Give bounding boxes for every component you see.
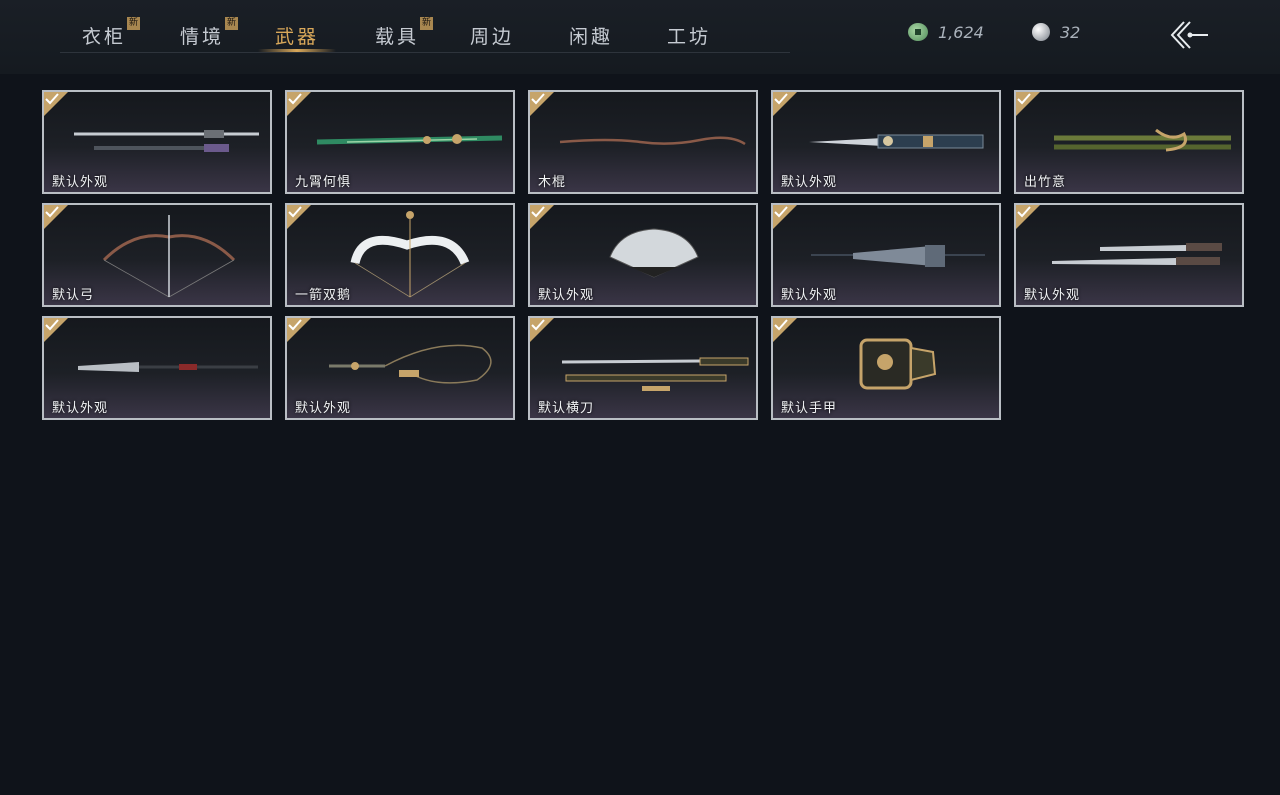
item-name: 默认外观 <box>538 288 595 303</box>
weapon-card[interactable]: 默认手甲 <box>771 316 1001 420</box>
owned-badge <box>530 205 554 229</box>
check-icon <box>45 93 59 105</box>
weapon-card[interactable]: 默认外观 <box>285 316 515 420</box>
tab-label: 闲趣 <box>569 26 614 48</box>
owned-badge <box>44 318 68 342</box>
owned-badge <box>530 318 554 342</box>
owned-badge <box>773 92 797 116</box>
tab-leisure[interactable]: 闲趣 <box>569 22 613 48</box>
category-tabs: 衣柜 新 情境 新 武器 载具 新 周边 闲趣 工坊 <box>60 0 790 53</box>
weapon-card[interactable]: 默认外观 <box>771 90 1001 194</box>
back-arrow-icon <box>1170 21 1208 49</box>
item-name: 默认弓 <box>52 288 95 303</box>
owned-badge <box>287 92 311 116</box>
owned-badge <box>287 205 311 229</box>
item-name: 木棍 <box>538 175 567 190</box>
tab-scene[interactable]: 情境 新 <box>180 17 239 48</box>
tab-label: 工坊 <box>667 26 712 48</box>
owned-badge <box>44 92 68 116</box>
item-name: 默认外观 <box>781 288 838 303</box>
item-name: 默认外观 <box>295 401 352 416</box>
check-icon <box>774 319 788 331</box>
item-name: 出竹意 <box>1024 175 1067 190</box>
tab-label: 情境 <box>180 26 225 48</box>
pearl-icon <box>1032 23 1050 41</box>
weapon-card[interactable]: 九霄何惧 <box>285 90 515 194</box>
owned-badge <box>530 92 554 116</box>
item-name: 九霄何惧 <box>295 175 352 190</box>
item-name: 默认外观 <box>52 175 109 190</box>
item-name: 默认手甲 <box>781 401 838 416</box>
active-tab-underline <box>258 49 336 52</box>
new-badge: 新 <box>127 17 141 30</box>
new-badge: 新 <box>225 17 239 30</box>
check-icon <box>1017 93 1031 105</box>
check-icon <box>531 206 545 218</box>
owned-badge <box>1016 205 1040 229</box>
new-badge: 新 <box>420 17 434 30</box>
weapon-card[interactable]: 默认横刀 <box>528 316 758 420</box>
check-icon <box>774 93 788 105</box>
tab-weapons[interactable]: 武器 <box>275 22 319 48</box>
tab-wardrobe[interactable]: 衣柜 新 <box>82 17 141 48</box>
owned-badge <box>773 205 797 229</box>
item-name: 默认外观 <box>1024 288 1081 303</box>
tab-vehicles[interactable]: 载具 新 <box>375 17 434 48</box>
weapon-card[interactable]: 默认外观 <box>528 203 758 307</box>
weapon-card[interactable]: 默认外观 <box>1014 203 1244 307</box>
owned-badge <box>773 318 797 342</box>
item-name: 默认横刀 <box>538 401 595 416</box>
weapon-card[interactable]: 默认外观 <box>42 316 272 420</box>
weapon-card[interactable]: 默认外观 <box>42 90 272 194</box>
item-name: 默认外观 <box>781 175 838 190</box>
item-name: 默认外观 <box>52 401 109 416</box>
check-icon <box>288 206 302 218</box>
owned-badge <box>1016 92 1040 116</box>
jade-coin-icon <box>908 23 928 41</box>
tab-label: 衣柜 <box>82 26 127 48</box>
check-icon <box>1017 206 1031 218</box>
tab-label: 周边 <box>470 26 515 48</box>
check-icon <box>45 319 59 331</box>
pearl-balance: 32 <box>1032 20 1080 44</box>
weapon-card[interactable]: 一箭双鹅 <box>285 203 515 307</box>
pearl-amount: 32 <box>1060 22 1081 42</box>
owned-badge <box>44 205 68 229</box>
item-name: 一箭双鹅 <box>295 288 352 303</box>
weapon-card[interactable]: 默认弓 <box>42 203 272 307</box>
tab-accessories[interactable]: 周边 <box>470 22 514 48</box>
weapon-grid: 默认外观 九霄何惧 木棍 默认外观 出竹意 默认弓 一箭双鹅 默认外观 默认外观… <box>42 90 1244 420</box>
jade-coin-amount: 1,624 <box>938 22 984 42</box>
jade-coin-balance: 1,624 <box>908 20 984 44</box>
weapon-card[interactable]: 木棍 <box>528 90 758 194</box>
owned-badge <box>287 318 311 342</box>
tab-workshop[interactable]: 工坊 <box>667 22 711 48</box>
check-icon <box>288 93 302 105</box>
back-button[interactable] <box>1166 18 1210 52</box>
top-bar: 衣柜 新 情境 新 武器 载具 新 周边 闲趣 工坊 1,624 32 <box>0 0 1280 74</box>
check-icon <box>531 93 545 105</box>
check-icon <box>45 206 59 218</box>
weapon-card[interactable]: 默认外观 <box>771 203 1001 307</box>
check-icon <box>288 319 302 331</box>
tab-label: 武器 <box>275 26 320 48</box>
weapon-card[interactable]: 出竹意 <box>1014 90 1244 194</box>
check-icon <box>531 319 545 331</box>
tab-label: 载具 <box>375 26 420 48</box>
check-icon <box>774 206 788 218</box>
